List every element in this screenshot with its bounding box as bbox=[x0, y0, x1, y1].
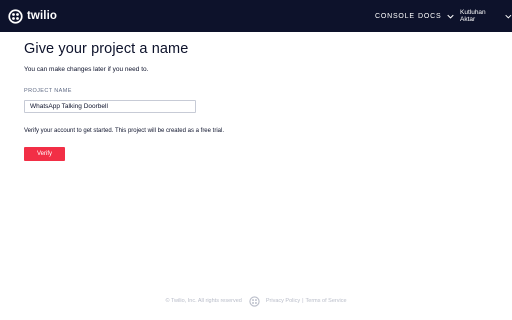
twilio-logo-icon bbox=[8, 8, 23, 24]
nav-console-link[interactable]: CONSOLE bbox=[375, 0, 415, 32]
nav-docs-dropdown[interactable]: DOCS bbox=[418, 0, 455, 32]
user-name: Kutluhan Aktar bbox=[460, 9, 486, 23]
nav-docs-label: DOCS bbox=[418, 12, 442, 20]
twilio-logo[interactable]: twilio bbox=[8, 8, 57, 24]
project-name-input[interactable] bbox=[24, 100, 196, 113]
twilio-footer-logo-icon bbox=[249, 295, 260, 307]
nav-console-label: CONSOLE bbox=[375, 12, 415, 20]
page-title: Give your project a name bbox=[24, 41, 189, 57]
footer-divider: | bbox=[302, 298, 304, 304]
chevron-down-icon bbox=[505, 14, 512, 18]
footer-privacy-link[interactable]: Privacy Policy bbox=[266, 298, 300, 304]
verify-instructions: Verify your account to get started. This… bbox=[24, 128, 224, 134]
verify-button[interactable]: Verify bbox=[24, 147, 65, 161]
project-name-label: PROJECT NAME bbox=[24, 88, 72, 94]
chevron-down-icon bbox=[447, 14, 455, 19]
top-navigation-bar: twilio CONSOLE DOCS Kutluhan Aktar bbox=[0, 0, 512, 32]
footer: © Twilio, Inc. All rights reserved Priva… bbox=[0, 294, 512, 308]
page-subtitle: You can make changes later if you need t… bbox=[24, 66, 149, 73]
logo-text: twilio bbox=[27, 10, 57, 22]
footer-copyright: © Twilio, Inc. All rights reserved bbox=[165, 298, 242, 304]
user-menu-dropdown[interactable]: Kutluhan Aktar bbox=[460, 0, 512, 32]
footer-terms-link[interactable]: Terms of Service bbox=[306, 298, 347, 304]
